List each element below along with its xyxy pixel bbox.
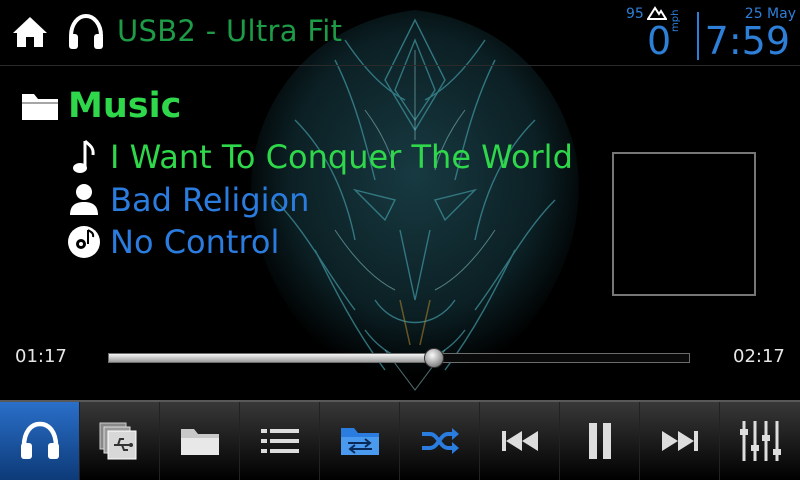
media-player-screen: USB2 - Ultra Fit 95 0 mph 25 May 7:59 Mu… [0,0,800,480]
bottom-toolbar [0,400,800,480]
list-button[interactable] [240,402,320,480]
status-header: USB2 - Ultra Fit 95 0 mph 25 May 7:59 [0,0,800,66]
usb-devices-icon [99,422,136,460]
folder-browse-button[interactable] [160,402,240,480]
album-row: No Control [64,222,279,262]
folder-icon [180,429,219,455]
progress-knob[interactable] [423,348,444,368]
folder-icon [22,94,58,120]
artist-name: Bad Religion [110,181,310,219]
headphones-icon [69,13,103,49]
progress-fill [109,354,435,362]
speed-unit: mph [670,9,681,32]
folder-repeat-button[interactable] [320,402,400,480]
total-time: 02:17 [733,346,785,367]
equalizer-icon [740,421,781,461]
album-name: No Control [110,223,280,261]
progress-track[interactable] [108,353,690,363]
artist-row: Bad Religion [64,180,309,220]
next-track-icon [661,431,698,451]
folder-repeat-icon [340,428,379,455]
folder-name: Music [68,86,182,126]
next-track-button[interactable] [640,402,720,480]
headphones-source-button[interactable] [0,402,80,480]
altitude-value: 95 [626,6,644,22]
home-icon [13,17,47,47]
track-title-row: I Want To Conquer The World [64,137,573,177]
equalizer-button[interactable] [720,402,800,480]
headphones-icon [20,421,59,459]
music-note-icon [73,139,95,173]
shuffle-icon [421,428,459,454]
list-icon [260,429,299,453]
pause-button[interactable] [560,402,640,480]
shuffle-button[interactable] [400,402,480,480]
pause-icon [588,423,611,459]
track-title: I Want To Conquer The World [110,138,573,176]
album-art-frame [612,152,756,296]
home-button[interactable] [8,10,52,54]
source-title: USB2 - Ultra Fit [117,14,343,48]
header-divider [697,12,699,60]
clock-display: 7:59 [704,19,790,63]
disc-icon [68,226,100,258]
elapsed-time: 01:17 [15,346,67,367]
person-icon [70,184,98,215]
previous-track-button[interactable] [480,402,560,480]
folder-row[interactable]: Music [20,86,181,126]
speed-value: 0 [647,19,672,63]
source-button[interactable] [64,10,108,54]
usb-devices-button[interactable] [80,402,160,480]
previous-track-icon [501,431,538,451]
